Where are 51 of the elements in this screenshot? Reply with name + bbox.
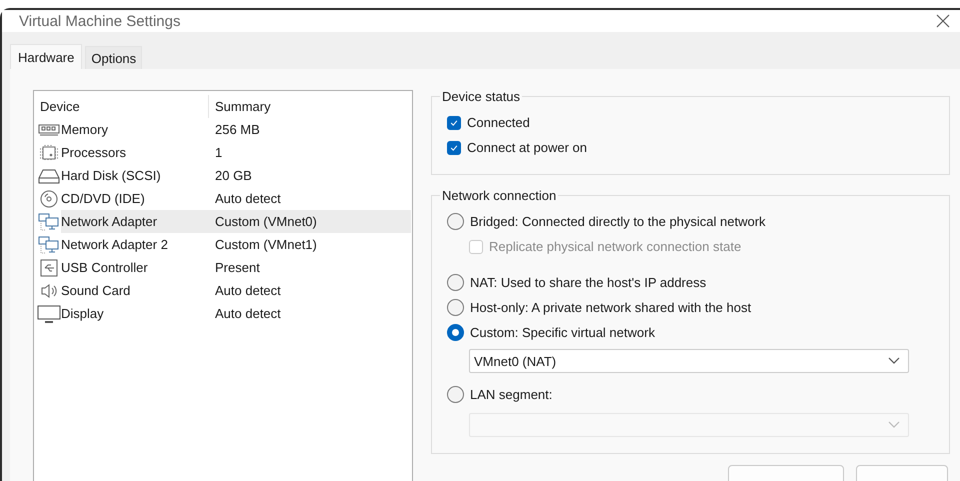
radio-button[interactable] bbox=[447, 299, 464, 316]
checkbox[interactable] bbox=[447, 140, 461, 154]
checkbox[interactable] bbox=[447, 116, 461, 130]
device-name[interactable]: Network Adapter 2 bbox=[61, 233, 208, 256]
memory-icon bbox=[38, 124, 60, 136]
dropdown[interactable]: VMnet0 (NAT) bbox=[469, 349, 909, 373]
tab[interactable]: Hardware bbox=[10, 44, 82, 69]
device-summary[interactable]: 20 GB bbox=[208, 164, 411, 187]
disc-icon bbox=[39, 190, 59, 208]
device-summary[interactable]: Auto detect bbox=[208, 279, 411, 302]
device-name[interactable]: Processors bbox=[61, 141, 208, 164]
device-summary[interactable]: Present bbox=[208, 256, 411, 279]
radio-button[interactable] bbox=[447, 386, 464, 403]
usb-icon bbox=[39, 258, 59, 276]
device-name[interactable]: Sound Card bbox=[61, 279, 208, 302]
monitor-icon bbox=[37, 304, 61, 322]
radio-button[interactable] bbox=[447, 324, 464, 341]
radio-label[interactable]: NAT: Used to share the host's IP address bbox=[470, 275, 706, 290]
device-name[interactable]: Memory bbox=[61, 118, 208, 141]
device-summary[interactable]: 1 bbox=[208, 141, 411, 164]
radio-button[interactable] bbox=[447, 274, 464, 291]
device-summary[interactable]: 256 MB bbox=[208, 118, 411, 141]
device-summary[interactable]: Custom (VMnet1) bbox=[208, 233, 411, 256]
close-icon bbox=[936, 14, 950, 28]
chevron-icon bbox=[888, 357, 900, 365]
network-icon bbox=[38, 212, 60, 230]
column-header[interactable]: Device bbox=[37, 95, 208, 118]
device-name[interactable]: CD/DVD (IDE) bbox=[61, 187, 208, 210]
radio-label[interactable]: Bridged: Connected directly to the physical network bbox=[470, 214, 766, 229]
radio-label[interactable]: Host-only: A private network shared with the host bbox=[470, 300, 752, 315]
device-summary[interactable]: Auto detect bbox=[208, 187, 411, 210]
device-name[interactable]: USB Controller bbox=[61, 256, 208, 279]
radio-button[interactable] bbox=[447, 213, 464, 230]
speaker-icon bbox=[39, 282, 59, 298]
column-header[interactable]: Summary bbox=[208, 95, 411, 118]
group-title: Network connection bbox=[441, 188, 558, 203]
network-icon bbox=[38, 236, 60, 254]
radio-label[interactable]: Custom: Specific virtual network bbox=[470, 325, 655, 340]
device-summary[interactable]: Auto detect bbox=[208, 302, 411, 325]
chip-icon bbox=[38, 144, 60, 162]
checkbox-label[interactable]: Connect at power on bbox=[467, 140, 587, 155]
radio-label[interactable]: LAN segment: bbox=[470, 387, 552, 402]
tab[interactable]: Options bbox=[85, 46, 142, 69]
device-summary[interactable]: Custom (VMnet0) bbox=[208, 210, 411, 233]
checkbox-label[interactable]: Connected bbox=[467, 115, 530, 130]
window-title: Virtual Machine Settings bbox=[19, 12, 180, 30]
group-title: Device status bbox=[441, 89, 522, 104]
device-name[interactable]: Display bbox=[61, 302, 208, 325]
device-name[interactable]: Network Adapter bbox=[61, 210, 208, 233]
chevron-icon bbox=[888, 421, 900, 429]
device-name[interactable]: Hard Disk (SCSI) bbox=[61, 164, 208, 187]
